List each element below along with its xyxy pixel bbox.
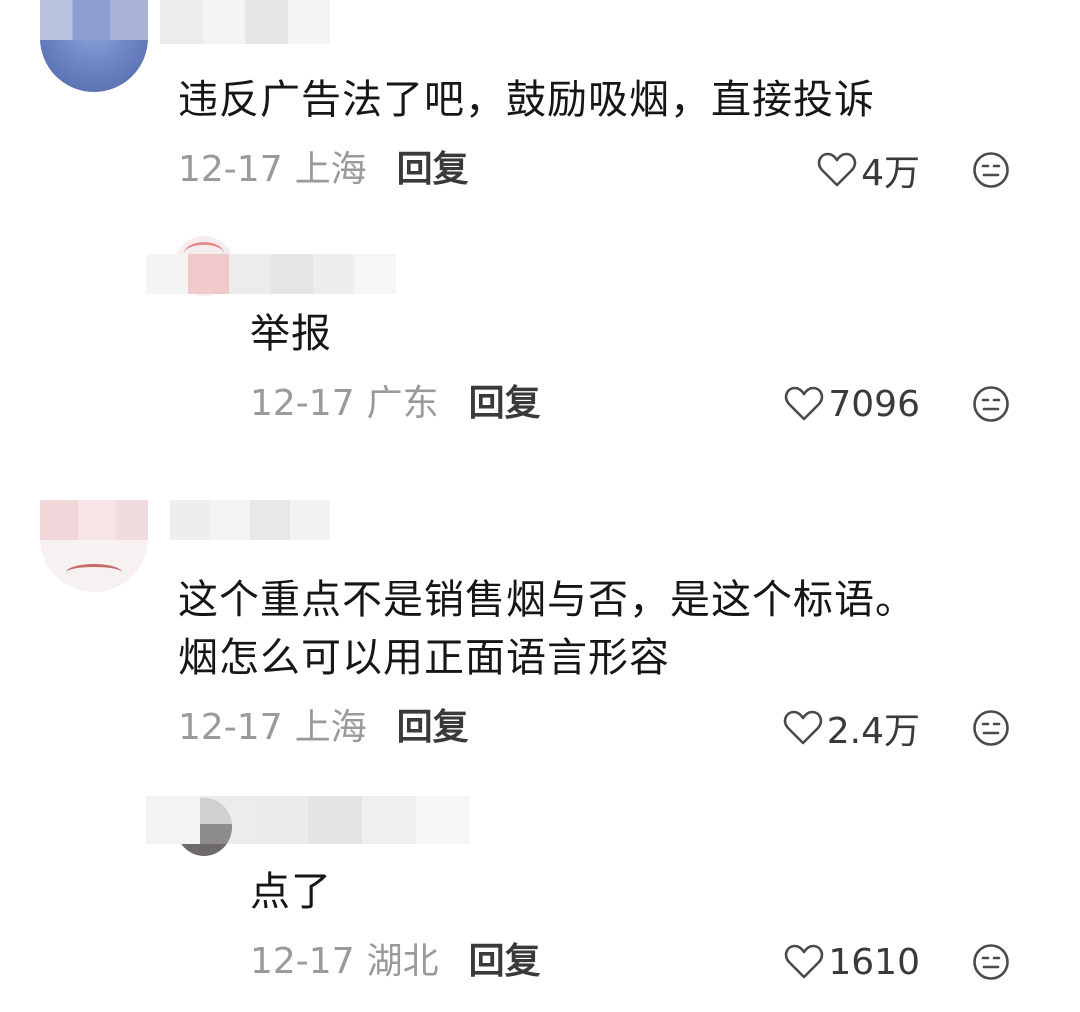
neutral-face-icon[interactable] bbox=[972, 709, 1010, 747]
neutral-face-icon[interactable] bbox=[972, 151, 1010, 189]
like-count: 2.4万 bbox=[826, 711, 920, 752]
like-count: 4万 bbox=[861, 153, 920, 194]
comment-meta: 12-17 广东 回复 bbox=[250, 382, 541, 426]
reply-button[interactable]: 回复 bbox=[397, 707, 469, 748]
username-blurred[interactable] bbox=[160, 0, 330, 44]
comment-text: 点了 bbox=[250, 869, 332, 915]
username-blurred[interactable] bbox=[146, 796, 470, 844]
reply-button[interactable]: 回复 bbox=[469, 941, 541, 982]
avatar[interactable] bbox=[40, 0, 148, 92]
comment-text-line-1: 这个重点不是销售烟与否，是这个标语。 bbox=[178, 577, 916, 623]
comment-meta: 12-17 湖北 回复 bbox=[250, 940, 541, 984]
comment-location: 湖北 bbox=[366, 941, 439, 982]
comment-meta: 12-17 上海 回复 bbox=[178, 706, 469, 750]
like-button[interactable]: 2.4万 bbox=[760, 706, 920, 752]
like-count: 1610 bbox=[828, 941, 920, 983]
comment-date: 12-17 bbox=[250, 941, 355, 982]
comment-location: 上海 bbox=[294, 707, 367, 748]
comment-date: 12-17 bbox=[178, 149, 283, 190]
heart-outline-icon bbox=[783, 710, 822, 745]
heart-outline-icon bbox=[785, 386, 824, 421]
like-button[interactable]: 1610 bbox=[760, 940, 920, 984]
comment-date: 12-17 bbox=[178, 707, 283, 748]
neutral-face-icon[interactable] bbox=[972, 943, 1010, 981]
like-button[interactable]: 4万 bbox=[780, 148, 920, 194]
like-button[interactable]: 7096 bbox=[760, 382, 920, 426]
username-blurred[interactable] bbox=[146, 254, 396, 294]
comment-text: 违反广告法了吧，鼓励吸烟，直接投诉 bbox=[178, 77, 875, 123]
heart-outline-icon bbox=[817, 152, 857, 187]
comment-date: 12-17 bbox=[250, 383, 355, 424]
comment-text: 举报 bbox=[250, 311, 332, 357]
username-blurred[interactable] bbox=[170, 500, 330, 540]
reply-button[interactable]: 回复 bbox=[397, 149, 469, 190]
comment-location: 上海 bbox=[294, 149, 367, 190]
neutral-face-icon[interactable] bbox=[972, 385, 1010, 423]
heart-outline-icon bbox=[785, 944, 824, 979]
comment-location: 广东 bbox=[366, 383, 439, 424]
comment-text-line-2: 烟怎么可以用正面语言形容 bbox=[178, 635, 670, 681]
comment-meta: 12-17 上海 回复 bbox=[178, 148, 469, 192]
like-count: 7096 bbox=[828, 383, 920, 425]
reply-button[interactable]: 回复 bbox=[469, 383, 541, 424]
avatar[interactable] bbox=[40, 500, 148, 592]
